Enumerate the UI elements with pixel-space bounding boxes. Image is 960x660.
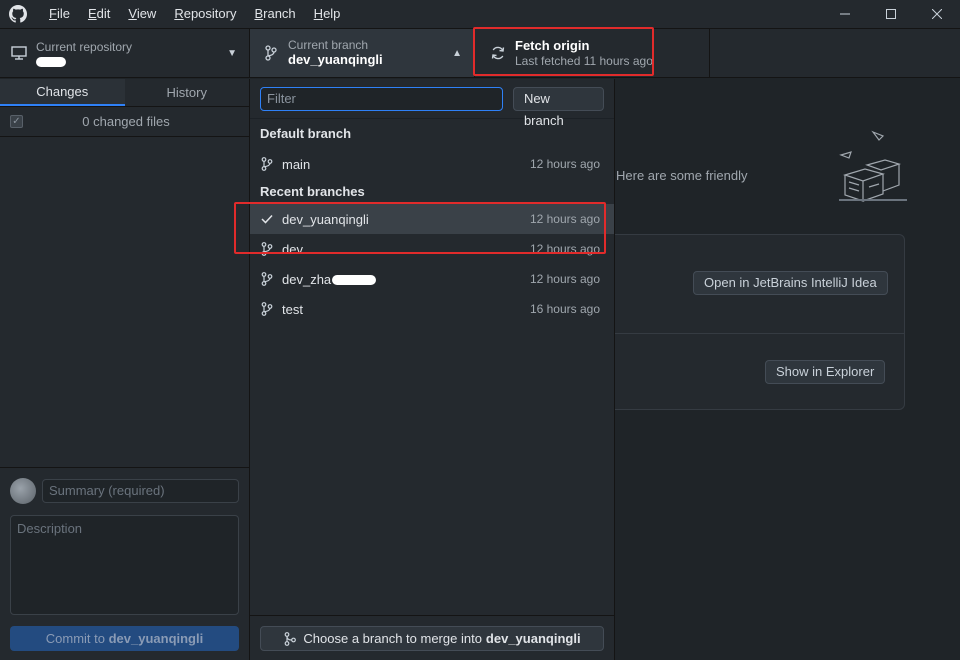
toolbar: Current repository ▼ Current branch dev_… bbox=[0, 28, 960, 78]
branch-item[interactable]: main 12 hours ago bbox=[250, 149, 614, 179]
merge-icon bbox=[283, 631, 297, 646]
branch-time: 12 hours ago bbox=[529, 157, 600, 171]
branch-name-text: dev_zha bbox=[282, 271, 332, 287]
branch-icon bbox=[260, 272, 274, 286]
branch-name: dev_yuanqingli bbox=[282, 212, 530, 227]
checkmark-icon bbox=[260, 212, 274, 226]
branch-name-text: dev bbox=[282, 241, 303, 257]
maximize-icon[interactable] bbox=[868, 0, 914, 28]
avatar bbox=[10, 478, 36, 504]
current-branch-button[interactable]: Current branch dev_yuanqingli ▲ bbox=[250, 29, 475, 77]
show-explorer-card: Show in Explorer bbox=[615, 333, 905, 410]
branch-name: dev_zha bbox=[282, 272, 530, 287]
menu-label: dit bbox=[96, 6, 111, 21]
fetch-origin-button[interactable]: Fetch origin Last fetched 11 hours ago bbox=[475, 29, 710, 77]
branch-name: dev bbox=[282, 242, 530, 257]
sync-icon bbox=[489, 44, 507, 62]
menu-item-edit[interactable]: Edit bbox=[79, 0, 119, 28]
menu-mnemonic: V bbox=[128, 6, 137, 21]
menu-label: iew bbox=[136, 6, 157, 21]
branch-item[interactable]: test 16 hours ago bbox=[250, 294, 614, 324]
github-logo-icon bbox=[8, 4, 28, 24]
menu-item-repository[interactable]: Repository bbox=[165, 0, 245, 28]
branch-filter-row: Filter New branch bbox=[250, 79, 614, 128]
redacted-text bbox=[332, 275, 377, 286]
changed-files-count: 0 changed files bbox=[82, 114, 170, 129]
show-in-explorer-button[interactable]: Show in Explorer bbox=[765, 360, 886, 384]
default-branch-list: main 12 hours ago bbox=[250, 149, 614, 179]
branch-item[interactable]: dev_yuanqingli 12 hours ago bbox=[250, 204, 614, 234]
commit-button[interactable]: Commit to dev_yuanqingli bbox=[10, 626, 239, 651]
main-content: Here are some friendly Open in JetBrains… bbox=[615, 79, 960, 660]
description-input[interactable]: Description bbox=[10, 515, 239, 615]
branch-icon bbox=[262, 44, 280, 62]
branch-icon bbox=[260, 242, 274, 256]
branch-value: dev_yuanqingli bbox=[288, 52, 383, 67]
recent-branch-list: dev_yuanqingli 12 hours ago dev 12 hours ag… bbox=[250, 204, 614, 324]
choose-merge-branch-button[interactable]: Choose a branch to merge into dev_yuanqin… bbox=[260, 626, 604, 651]
menu-label: elp bbox=[323, 6, 341, 21]
branch-time: 12 hours ago bbox=[529, 242, 600, 256]
menu-label: ile bbox=[56, 6, 70, 21]
repository-name-redacted bbox=[36, 56, 66, 67]
close-icon[interactable] bbox=[914, 0, 960, 28]
merge-button-prefix: Choose a branch to merge into bbox=[303, 631, 482, 646]
merge-footer: Choose a branch to merge into dev_yuanqin… bbox=[250, 615, 614, 660]
branch-name: main bbox=[282, 157, 530, 172]
repository-label: Current repository bbox=[36, 39, 133, 54]
branch-item[interactable]: dev 12 hours ago bbox=[250, 234, 614, 264]
branch-label: Current branch bbox=[288, 38, 369, 52]
branch-name-text: main bbox=[282, 156, 311, 172]
menu-mnemonic: B bbox=[254, 6, 264, 21]
changed-files-header: ✓ 0 changed files bbox=[0, 107, 249, 137]
tab-history[interactable]: History bbox=[125, 79, 250, 106]
branch-time: 12 hours ago bbox=[529, 212, 600, 226]
boxes-illustration-icon bbox=[833, 127, 909, 203]
friendly-suggestions-text: Here are some friendly bbox=[616, 168, 748, 183]
fetch-title: Fetch origin bbox=[515, 38, 590, 53]
current-repository-button[interactable]: Current repository ▼ bbox=[0, 29, 250, 77]
window-controls bbox=[822, 0, 960, 28]
merge-button-branch: dev_yuanqingli bbox=[485, 631, 581, 646]
minimize-icon[interactable] bbox=[822, 0, 868, 28]
open-editor-card: Open in JetBrains IntelliJ Idea bbox=[615, 234, 905, 334]
caret-up-icon: ▲ bbox=[452, 48, 462, 59]
sidebar-tabs: Changes History bbox=[0, 79, 249, 107]
menu-item-file[interactable]: File bbox=[40, 0, 79, 28]
branch-name-text: dev_yuanqingli bbox=[282, 211, 369, 227]
tab-changes[interactable]: Changes bbox=[0, 79, 125, 106]
branch-filter-input[interactable]: Filter bbox=[260, 86, 503, 111]
title-bar: File Edit View Repository Branch Help bbox=[0, 0, 960, 28]
branch-time: 12 hours ago bbox=[529, 272, 600, 286]
summary-input[interactable]: Summary (required) bbox=[42, 479, 239, 503]
select-all-checkbox[interactable]: ✓ bbox=[10, 115, 23, 128]
menu-item-help[interactable]: Help bbox=[305, 0, 350, 28]
commit-form: Summary (required) Description Commit to… bbox=[0, 467, 249, 660]
changes-sidebar: Changes History ✓ 0 changed files Summar… bbox=[0, 79, 250, 660]
menu-mnemonic: E bbox=[87, 6, 97, 21]
branch-icon bbox=[260, 157, 274, 171]
branch-name-text: test bbox=[282, 301, 303, 317]
branch-name: test bbox=[282, 302, 530, 317]
branch-icon bbox=[260, 302, 274, 316]
menu-item-branch[interactable]: Branch bbox=[245, 0, 304, 28]
open-in-editor-button[interactable]: Open in JetBrains IntelliJ Idea bbox=[693, 271, 888, 295]
commit-button-prefix: Commit to bbox=[45, 631, 109, 646]
new-branch-button[interactable]: New branch bbox=[512, 86, 604, 128]
menu-bar: File Edit View Repository Branch Help bbox=[40, 0, 349, 28]
menu-mnemonic: R bbox=[174, 6, 184, 21]
menu-label: epository bbox=[183, 6, 237, 21]
branch-dropdown: Filter New branch Default branch main 12 … bbox=[250, 79, 615, 660]
caret-down-icon: ▼ bbox=[227, 48, 237, 59]
recent-branches-header: Recent branches bbox=[260, 184, 365, 199]
branch-item[interactable]: dev_zha 12 hours ago bbox=[250, 264, 614, 294]
menu-label: ranch bbox=[263, 6, 296, 21]
menu-mnemonic: H bbox=[313, 6, 324, 21]
menu-item-view[interactable]: View bbox=[119, 0, 165, 28]
branch-time: 16 hours ago bbox=[529, 302, 600, 316]
fetch-subtitle: Last fetched 11 hours ago bbox=[515, 54, 653, 68]
commit-button-branch: dev_yuanqingli bbox=[108, 631, 204, 646]
menu-mnemonic: F bbox=[49, 6, 57, 21]
monitor-icon bbox=[10, 44, 28, 62]
